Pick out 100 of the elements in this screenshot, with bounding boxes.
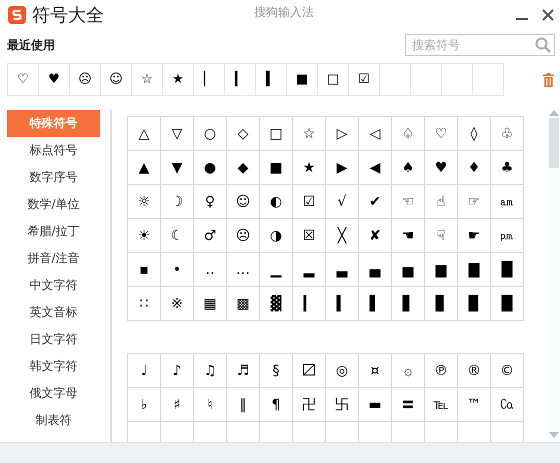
symbol-cell[interactable]: ▶ xyxy=(326,151,359,185)
symbol-cell[interactable]: § xyxy=(260,354,293,388)
category-item[interactable]: 英文音标 xyxy=(7,299,100,326)
symbol-cell[interactable]: ♮ xyxy=(194,388,227,422)
symbol-cell[interactable]: ® xyxy=(458,354,491,388)
symbol-cell[interactable]: ◆ xyxy=(227,151,260,185)
symbol-cell[interactable]: ▼ xyxy=(161,151,194,185)
symbol-cell[interactable]: ♫ xyxy=(194,354,227,388)
symbol-cell[interactable]: ★ xyxy=(293,151,326,185)
symbol-cell[interactable]: ♤ xyxy=(392,117,425,151)
symbol-cell[interactable]: ㏘ xyxy=(491,219,524,253)
close-icon[interactable] xyxy=(542,9,554,21)
symbol-cell[interactable]: ☚ xyxy=(392,219,425,253)
category-item[interactable]: 制表符 xyxy=(7,407,100,434)
symbol-cell[interactable]: ♩ xyxy=(128,354,161,388)
symbol-cell[interactable]: ✔ xyxy=(359,185,392,219)
symbol-cell[interactable]: ♯ xyxy=(161,388,194,422)
symbol-cell[interactable]: ▄ xyxy=(359,253,392,287)
symbol-cell[interactable]: ☜ xyxy=(392,185,425,219)
symbol-cell[interactable]: ◇ xyxy=(227,117,260,151)
empty-slot[interactable] xyxy=(442,64,473,96)
symbol-cell[interactable]: ♬ xyxy=(227,354,260,388)
symbol-cell[interactable]: ☆ xyxy=(293,117,326,151)
scroll-down-icon[interactable] xyxy=(549,432,559,438)
symbol-cell[interactable]: ▬ xyxy=(359,388,392,422)
symbol-cell[interactable]: ※ xyxy=(161,287,194,321)
symbol-cell[interactable]: ♂ xyxy=(194,219,227,253)
symbol-cell[interactable]: ¶ xyxy=(260,388,293,422)
symbol-cell[interactable]: © xyxy=(491,354,524,388)
symbol-cell[interactable]: ♣ xyxy=(491,151,524,185)
symbol-cell[interactable]: ○ xyxy=(194,117,227,151)
symbol-cell[interactable]: ◀ xyxy=(359,151,392,185)
symbol-cell[interactable]: ■ xyxy=(260,151,293,185)
category-item[interactable]: 数字序号 xyxy=(7,164,100,191)
symbol-cell[interactable]: ☑ xyxy=(293,185,326,219)
empty-slot[interactable] xyxy=(473,64,504,96)
empty-slot[interactable] xyxy=(411,64,442,96)
symbol-cell[interactable]: □ xyxy=(318,64,349,96)
symbol-cell[interactable]: ℗ xyxy=(425,354,458,388)
symbol-cell[interactable]: ♥ xyxy=(39,64,70,96)
symbol-cell[interactable]: ♠ xyxy=(392,151,425,185)
symbol-cell[interactable]: ▇ xyxy=(458,253,491,287)
symbol-cell[interactable]: ‥ xyxy=(194,253,227,287)
symbol-cell[interactable]: ☆ xyxy=(132,64,163,96)
symbol-cell[interactable]: ✘ xyxy=(359,219,392,253)
symbol-cell[interactable]: ▃ xyxy=(326,253,359,287)
symbol-cell[interactable]: □ xyxy=(260,117,293,151)
symbol-cell[interactable]: █ xyxy=(491,253,524,287)
symbol-cell[interactable]: ▋ xyxy=(392,287,425,321)
symbol-cell[interactable]: ㏂ xyxy=(491,185,524,219)
symbol-cell[interactable]: ☒ xyxy=(293,219,326,253)
symbol-cell[interactable]: ▍ xyxy=(256,64,287,96)
symbol-cell[interactable]: ♡ xyxy=(8,64,39,96)
category-item[interactable]: 中文字符 xyxy=(7,272,100,299)
symbol-cell[interactable]: ☺ xyxy=(101,64,132,96)
symbol-cell[interactable]: ♦ xyxy=(458,151,491,185)
symbol-cell[interactable]: ☝ xyxy=(425,185,458,219)
symbol-cell[interactable]: △ xyxy=(128,117,161,151)
symbol-cell[interactable]: ▌ xyxy=(359,287,392,321)
symbol-cell[interactable]: 卐 xyxy=(326,388,359,422)
category-item[interactable]: 标点符号 xyxy=(7,137,100,164)
symbol-cell[interactable]: ♧ xyxy=(491,117,524,151)
symbol-cell[interactable]: ▷ xyxy=(326,117,359,151)
symbol-cell[interactable]: ♭ xyxy=(128,388,161,422)
symbol-cell[interactable]: ♡ xyxy=(425,117,458,151)
symbol-cell[interactable]: ◁ xyxy=(359,117,392,151)
symbol-cell[interactable]: ▪ xyxy=(128,253,161,287)
symbol-cell[interactable]: √ xyxy=(326,185,359,219)
symbol-cell[interactable]: ∷ xyxy=(128,287,161,321)
search-field[interactable]: 搜索符号 xyxy=(405,34,555,56)
symbol-cell[interactable]: ☞ xyxy=(458,185,491,219)
category-item[interactable]: 日文字符 xyxy=(7,326,100,353)
symbol-cell[interactable]: ▍ xyxy=(326,287,359,321)
symbol-cell[interactable]: ▆ xyxy=(425,253,458,287)
symbol-cell[interactable]: ▦ xyxy=(194,287,227,321)
symbol-cell[interactable]: ▽ xyxy=(161,117,194,151)
symbol-cell[interactable]: ★ xyxy=(163,64,194,96)
trash-icon[interactable] xyxy=(543,72,554,86)
symbol-cell[interactable]: ▩ xyxy=(227,287,260,321)
symbol-cell[interactable]: ‖ xyxy=(227,388,260,422)
symbol-cell[interactable]: 卍 xyxy=(293,388,326,422)
symbol-cell[interactable]: ● xyxy=(194,151,227,185)
symbol-cell[interactable]: ♀ xyxy=(194,185,227,219)
symbol-cell[interactable]: ☾ xyxy=(161,219,194,253)
scrollbar-thumb[interactable] xyxy=(549,118,559,168)
symbol-cell[interactable]: ╳ xyxy=(326,219,359,253)
symbol-cell[interactable]: ■ xyxy=(287,64,318,96)
symbol-cell[interactable]: ☟ xyxy=(425,219,458,253)
empty-slot[interactable] xyxy=(380,64,411,96)
category-item[interactable]: 拼音/注音 xyxy=(7,245,100,272)
symbol-cell[interactable]: ▂ xyxy=(293,253,326,287)
symbol-cell[interactable]: … xyxy=(227,253,260,287)
symbol-cell[interactable]: ▅ xyxy=(392,253,425,287)
symbol-cell[interactable]: ▲ xyxy=(128,151,161,185)
symbol-cell[interactable]: ☑ xyxy=(349,64,380,96)
symbol-cell[interactable]: ◑ xyxy=(260,219,293,253)
category-item[interactable]: 希腊/拉丁 xyxy=(7,218,100,245)
symbol-cell[interactable]: ▎ xyxy=(293,287,326,321)
scroll-up-icon[interactable] xyxy=(549,110,559,116)
symbol-cell[interactable]: ™ xyxy=(458,388,491,422)
